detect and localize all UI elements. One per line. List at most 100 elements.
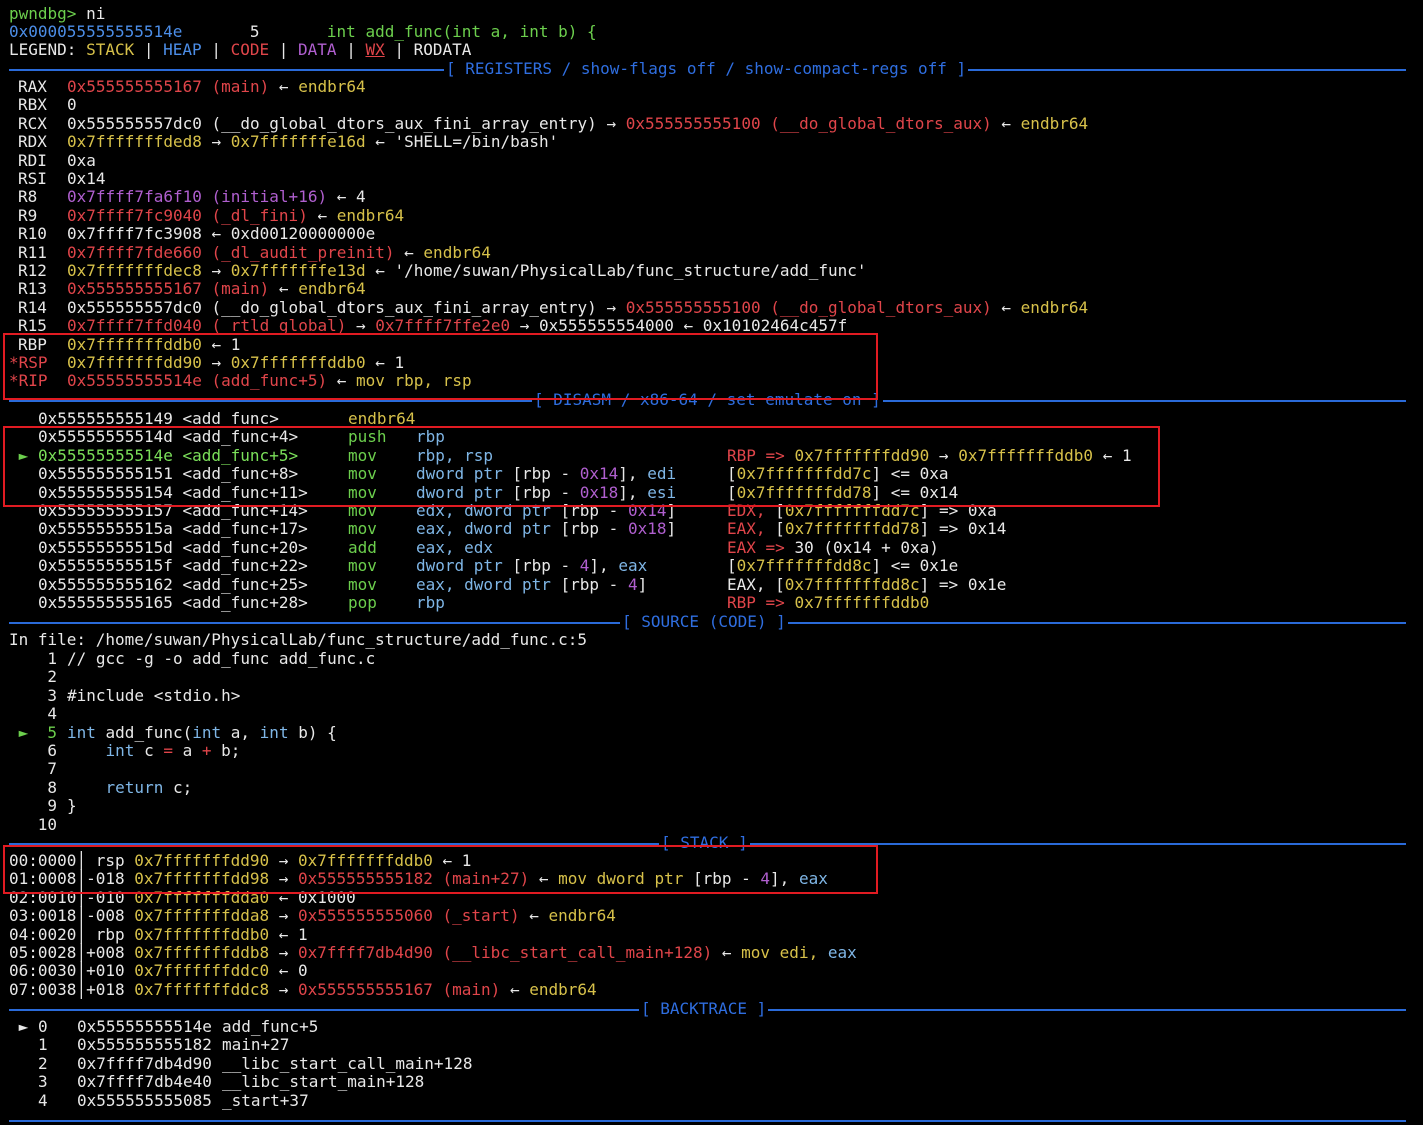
register-name: RCX [18,113,47,133]
register-row: RDI 0xa [9,151,96,170]
value-segment: add_func( [95,722,193,742]
frame-number: 0 [38,1017,48,1036]
stack-index: 06:0030 [9,961,77,981]
source-line: 1 // gcc -g -o add_func add_func.c [9,650,375,668]
value-segment: 0x7fffffffddc8 [134,979,270,999]
value-segment: 0x7ffff7fa6f10 (initial+16) [67,187,328,207]
value-segment: b; [211,741,241,760]
line-number: 3 [47,685,57,705]
current-frame-arrow-icon: ► [9,1017,29,1036]
frame-number: 3 [38,1072,48,1092]
instruction-address: 0x555555555165 <add_func+28> [38,593,308,612]
instruction-address: 0x55555555515d <add_func+20> [38,537,308,557]
prompt-label: pwndbg> [9,4,77,23]
value-segment: 0x7ffff7db4d90 (__libc_start_call_main+1… [298,943,713,962]
instruction-mnemonic: mov [348,519,377,539]
stack-row: 03:0018│-008 0x7fffffffdda8 → 0x55555555… [9,907,616,925]
stack-divider: │ [76,979,87,999]
frame-address: 0x55555555514e [77,1017,212,1036]
context-line: 0x000055555555514e 5 int add_func(int a,… [9,23,597,41]
disasm-row: 0x55555555515d <add_func+20> add eax, edx E… [9,537,939,557]
source-line: 9} [9,796,76,816]
value-segment: 0x7fffffffded8 [67,132,202,152]
frame-symbol: _start+37 [222,1090,309,1110]
value-segment: 0x7fffffffddb0 [794,593,930,612]
value-segment: 0x555555557dc0 (__do_global_dtors_aux_fi… [67,297,597,317]
register-name: R13 [18,279,47,299]
disasm-row: 0x555555555162 <add_func+25> mov eax, dwor… [9,574,1006,594]
value-segment: c; [163,777,193,797]
frame-number: 2 [38,1053,48,1073]
backtrace-header: [ BACKTRACE ] [639,999,769,1018]
source-header: [ SOURCE (CODE) ] [620,612,788,631]
value-segment: 0 [67,95,77,115]
register-row: R14 0x555555557dc0 (__do_global_dtors_aux… [9,297,1088,317]
value-segment: 0x7ffff7fc9040 (_dl_fini) [67,205,308,225]
register-row: R8 0x7ffff7fa6f10 (initial+16) ← 4 [9,188,366,206]
disasm-row: 0x55555555515a <add_func+17> mov eax, dwor… [9,520,1006,538]
value-segment: [rbp - [512,556,580,576]
value-segment: ← [519,906,549,926]
highlight-box-disasm [3,426,1160,507]
source-line: 3 #include <stdio.h> [9,685,241,705]
value-segment: return [105,777,164,797]
current-line-arrow-icon: ► [9,722,29,742]
line-number: 9 [47,796,57,816]
value-segment: + [201,741,212,760]
stack-row: 06:0030│+010 0x7fffffffddc0 ← 0 [9,962,308,980]
value-segment: eax [618,556,648,576]
backtrace-frame: 2 0x7ffff7db4d90 __libc_start_call_main+12… [9,1053,472,1073]
value-segment: → [269,906,299,926]
register-name: R8 [18,187,38,207]
value-segment: 0x555555555100 (__do_global_dtors_aux) [625,113,992,133]
stack-index: 03:0018 [9,906,77,926]
value-segment: 0x7fffffffdec8 [67,261,202,280]
frame-symbol: main+27 [222,1035,290,1055]
value-segment: → [596,113,626,133]
value-segment: endbr64 [336,205,405,225]
terminal[interactable]: pwndbg> ni 0x000055555555514e 5 int add_… [0,0,1423,1125]
highlight-box-stack [3,845,878,894]
stack-divider: │ [76,924,87,944]
source-line: 4 [9,705,67,723]
register-name: RBX [18,95,47,115]
value-segment: eax, dword ptr [416,519,561,539]
value-segment: a, [221,722,260,742]
stack-index: 07:0038 [9,979,77,999]
instruction-annotation: RBP => 0x7fffffffddb0 [727,593,929,612]
value-segment: int [67,722,96,742]
value-segment: 0x7fffffffdd78 [784,519,920,539]
register-name: R11 [18,242,47,262]
value-segment: a [172,741,202,760]
value-segment: endbr64 [298,77,366,96]
instruction-mnemonic: mov [348,574,377,594]
register-row: R10 0x7ffff7fc3908 ← 0xd00120000000e [9,225,375,243]
register-row: R12 0x7fffffffdec8 → 0x7fffffffe13d ← '/h… [9,262,867,280]
source-line: 6 int c = a + b; [9,742,240,760]
disasm-row: 0x55555555515f <add_func+22> mov dword ptr… [9,557,958,575]
context-address: 0x000055555555514e [9,22,183,41]
stack-row: 04:0020│ rbp 0x7fffffffddb0 ← 1 [9,924,308,944]
value-segment: 0x18 [627,519,667,539]
legend-label: LEGEND: [9,40,77,59]
frame-symbol: add_func+5 [222,1017,319,1036]
legend-code: CODE [230,40,270,59]
value-segment: int [105,741,135,760]
value-segment: eax [827,943,857,962]
value-segment: ] <= 0x1e [871,556,959,576]
value-segment: ] [637,574,648,594]
value-segment [67,741,106,760]
value-segment: ← 4 [327,187,366,207]
instruction-address: 0x55555555515a <add_func+17> [38,519,308,539]
register-name: RDX [18,132,47,152]
value-segment: [rbp - [560,574,628,594]
value-segment: 4 [579,556,590,576]
legend-wx: WX [365,40,385,59]
value-segment: RBP => [727,593,795,612]
value-segment: #include <stdio.h> [67,685,241,705]
value-segment: endbr64 [1020,113,1089,133]
value-segment: eax, dword ptr [416,574,561,594]
prompt-line: pwndbg> ni [9,5,105,23]
